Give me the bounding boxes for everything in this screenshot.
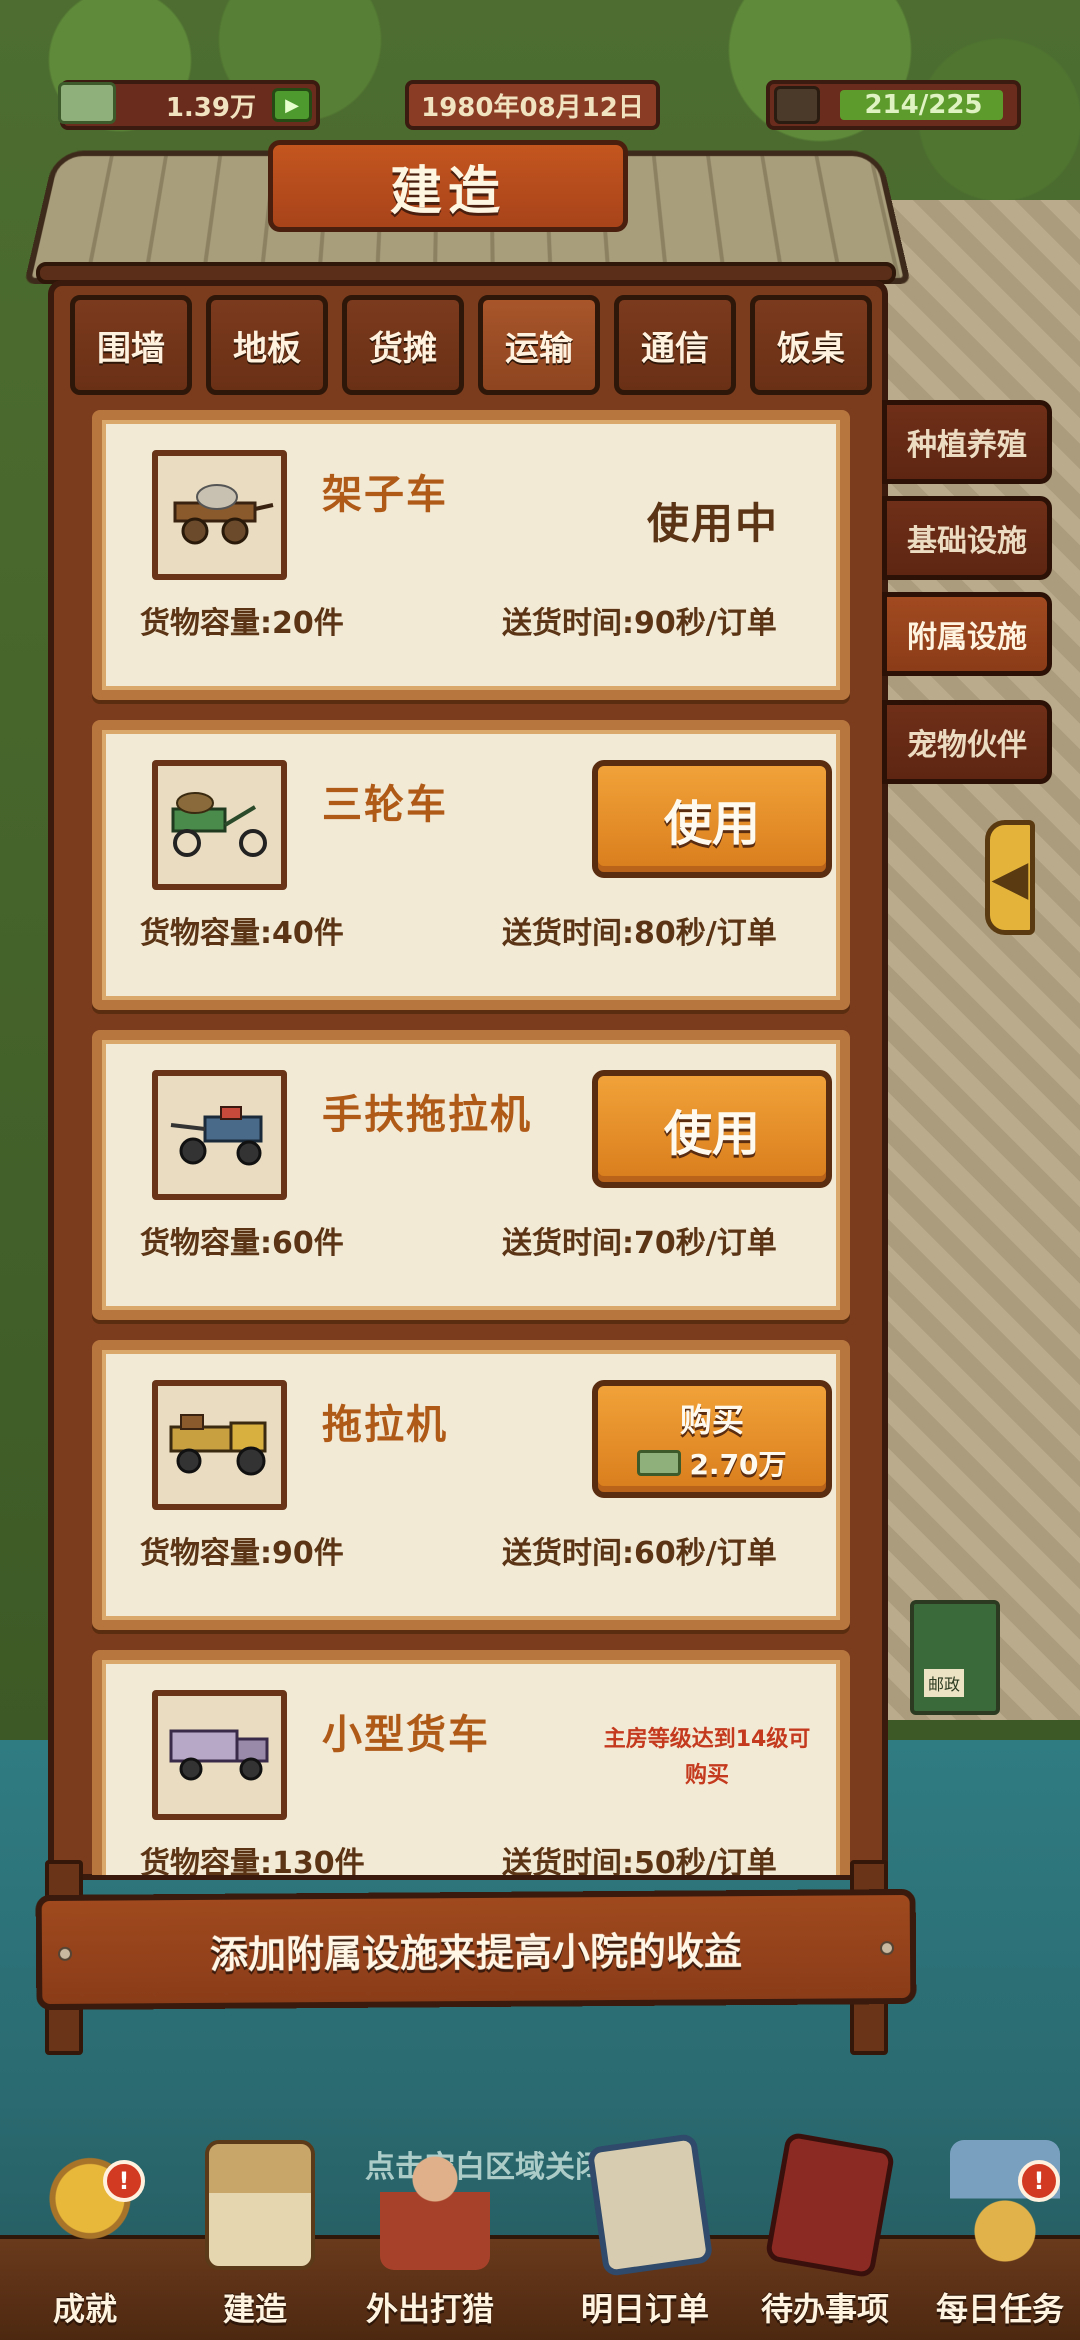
mailbox-label: 邮政 — [924, 1669, 965, 1697]
walking-tractor-icon — [152, 1070, 287, 1200]
nav-label: 建造 — [222, 2290, 287, 2328]
nav-tomorrow-orders[interactable]: 明日订单 — [565, 2132, 725, 2340]
nav-label: 外出打猎 — [365, 2290, 494, 2328]
nav-achievements[interactable]: ! 成就 — [5, 2140, 165, 2340]
house-icon — [205, 2140, 315, 2270]
nav-build[interactable]: 建造 — [175, 2140, 335, 2340]
tricycle-icon — [152, 760, 287, 890]
tab-label: 围墙 — [97, 328, 165, 369]
item-capacity: 货物容量:90件 — [140, 1536, 344, 1571]
notebook-icon — [764, 2131, 896, 2279]
tab-label: 地板 — [233, 328, 301, 369]
nav-label: 待办事项 — [760, 2290, 889, 2328]
transport-item-list[interactable]: 架子车 使用中 货物容量:20件 送货时间:90秒/订单 三轮车 使用 货物容量… — [80, 410, 870, 1875]
alert-badge: ! — [103, 2160, 145, 2202]
list-item: 小型货车 主房等级达到14级可购买 货物容量:130件 送货时间:50秒/订单 — [92, 1650, 850, 1875]
category-tabs: 围墙 地板 货摊 运输 通信 饭桌 — [70, 295, 880, 400]
tip-text: 添加附属设施来提高小院的收益 — [209, 1929, 743, 1977]
cash-icon — [58, 82, 116, 124]
money-amount: 1.39万 — [165, 92, 256, 123]
in-use-status: 使用中 — [647, 499, 780, 548]
money-display: 1.39万 ▶ — [58, 80, 320, 130]
side-tab-farming[interactable]: 种植养殖 — [882, 400, 1052, 484]
item-delivery-time: 送货时间:90秒/订单 — [502, 606, 777, 641]
tab-label: 通信 — [641, 328, 709, 369]
tab-label: 运输 — [505, 328, 573, 369]
item-name: 拖拉机 — [322, 1402, 448, 1448]
date-display: 1980年08月12日 — [405, 80, 660, 130]
item-delivery-time: 送货时间:60秒/订单 — [502, 1536, 777, 1571]
side-tab-label: 种植养殖 — [907, 428, 1027, 463]
nav-daily-tasks[interactable]: ! 每日任务 — [920, 2140, 1080, 2340]
nail-icon — [57, 1946, 73, 1961]
nail-icon — [879, 1941, 895, 1956]
item-capacity: 货物容量:40件 — [140, 916, 344, 951]
small-truck-icon — [152, 1690, 287, 1820]
tab-label: 饭桌 — [777, 328, 845, 369]
buy-label: 购买 — [679, 1401, 744, 1439]
tab-fence[interactable]: 围墙 — [70, 295, 192, 395]
list-item: 架子车 使用中 货物容量:20件 送货时间:90秒/订单 — [92, 410, 850, 700]
use-button[interactable]: 使用 — [592, 1070, 832, 1188]
nav-label: 成就 — [52, 2290, 117, 2328]
date-text: 1980年08月12日 — [421, 92, 644, 123]
tab-stall[interactable]: 货摊 — [342, 295, 464, 395]
cash-icon — [637, 1450, 682, 1476]
energy-display: 214/225 — [766, 80, 1021, 130]
nav-hunting[interactable]: 外出打猎 — [350, 2140, 510, 2340]
chevron-left-icon: ◀ — [991, 849, 1029, 906]
tractor-icon — [152, 1380, 287, 1510]
tab-floor[interactable]: 地板 — [206, 295, 328, 395]
play-icon: ▶ — [285, 94, 299, 116]
item-delivery-time: 送货时间:80秒/订单 — [502, 916, 777, 951]
buy-price: 2.70万 — [637, 1443, 787, 1483]
list-item: 手扶拖拉机 使用 货物容量:60件 送货时间:70秒/订单 — [92, 1030, 850, 1320]
list-item: 三轮车 使用 货物容量:40件 送货时间:80秒/订单 — [92, 720, 850, 1010]
collapse-arrow-button[interactable]: ◀ — [985, 820, 1035, 935]
side-tab-auxiliary[interactable]: 附属设施 — [882, 592, 1052, 676]
item-delivery-time: 送货时间:50秒/订单 — [502, 1846, 777, 1875]
side-tab-label: 基础设施 — [907, 524, 1027, 559]
nav-label: 每日任务 — [935, 2290, 1064, 2328]
use-button[interactable]: 使用 — [592, 760, 832, 878]
item-delivery-time: 送货时间:70秒/订单 — [502, 1226, 777, 1261]
nav-label: 明日订单 — [580, 2290, 709, 2328]
unlock-requirement: 主房等级达到14级可购买 — [603, 1727, 811, 1788]
hunter-icon — [380, 2140, 490, 2270]
tab-label: 货摊 — [369, 328, 437, 369]
price-value: 2.70万 — [689, 1448, 787, 1481]
tip-banner: 添加附属设施来提高小院的收益 — [35, 1888, 917, 2011]
buy-button[interactable]: 购买 2.70万 — [592, 1380, 832, 1498]
energy-value: 214/225 — [864, 90, 983, 120]
energy-icon — [774, 86, 820, 124]
side-tab-label: 附属设施 — [907, 620, 1027, 655]
handcart-icon — [152, 450, 287, 580]
alert-badge: ! — [1018, 2160, 1060, 2202]
item-name: 架子车 — [322, 472, 448, 518]
side-tab-infrastructure[interactable]: 基础设施 — [882, 496, 1052, 580]
item-capacity: 货物容量:60件 — [140, 1226, 344, 1261]
page-title: 建造 — [268, 140, 628, 232]
item-capacity: 货物容量:20件 — [140, 606, 344, 641]
nav-todo[interactable]: 待办事项 — [745, 2131, 905, 2340]
item-name: 三轮车 — [322, 782, 448, 828]
mailbox: 邮政 — [910, 1600, 1000, 1715]
side-tab-pets[interactable]: 宠物伙伴 — [882, 700, 1052, 784]
tab-communication[interactable]: 通信 — [614, 295, 736, 395]
clipboard-icon — [586, 2132, 714, 2278]
item-capacity: 货物容量:130件 — [140, 1846, 365, 1875]
item-name: 小型货车 — [322, 1712, 490, 1758]
tab-transport[interactable]: 运输 — [478, 295, 600, 395]
item-name: 手扶拖拉机 — [322, 1092, 532, 1138]
list-item: 拖拉机 购买 2.70万 货物容量:90件 送货时间:60秒/订单 — [92, 1340, 850, 1630]
tab-dining-table[interactable]: 饭桌 — [750, 295, 872, 395]
side-tab-label: 宠物伙伴 — [907, 728, 1027, 763]
add-money-button[interactable]: ▶ — [272, 88, 312, 122]
